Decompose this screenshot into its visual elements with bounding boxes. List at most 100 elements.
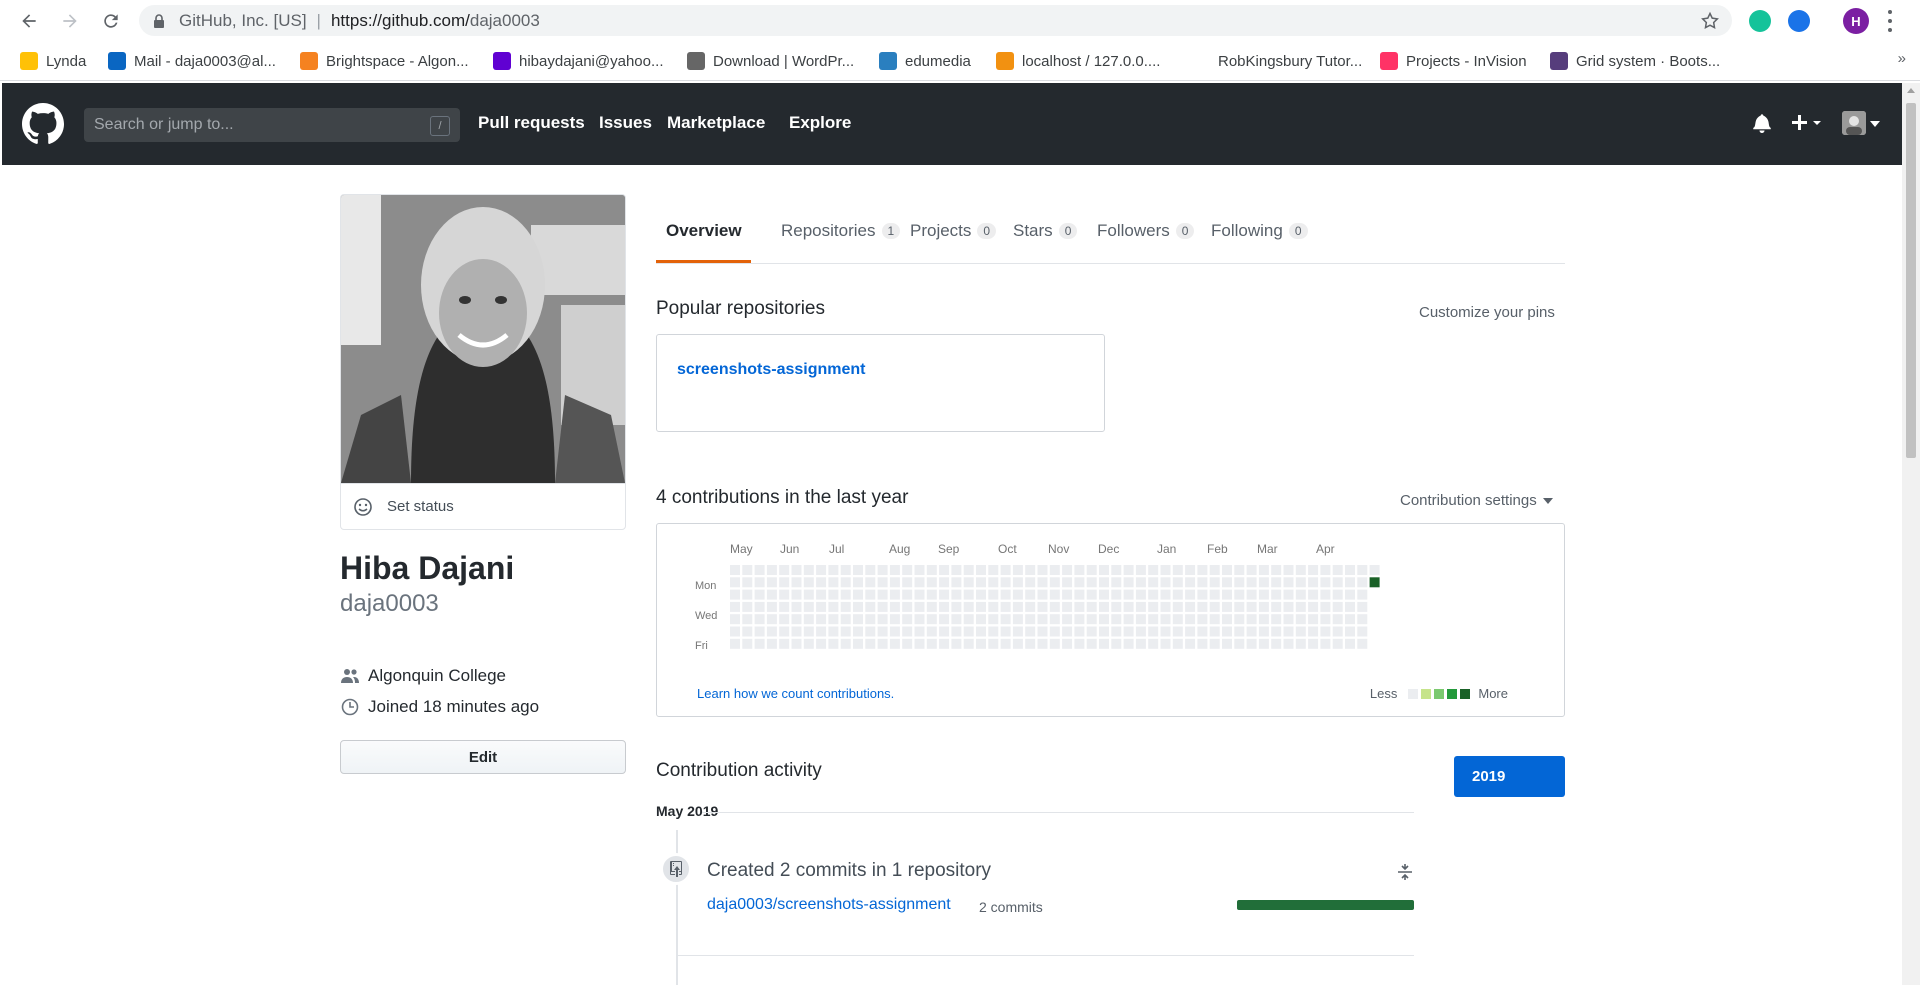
contribution-day[interactable] [988, 601, 999, 612]
contribution-day[interactable] [1099, 614, 1109, 625]
contribution-day[interactable] [1357, 601, 1368, 612]
contribution-day[interactable] [754, 565, 765, 575]
contribution-day[interactable] [963, 601, 974, 612]
contribution-day[interactable] [1037, 601, 1048, 612]
bookmark-item[interactable]: localhost / 127.0.0.... [996, 50, 1160, 72]
contribution-day[interactable] [1185, 589, 1196, 600]
contribution-day[interactable] [1234, 614, 1245, 625]
contribution-day[interactable] [1271, 626, 1282, 637]
contribution-day[interactable] [828, 565, 839, 575]
contribution-day[interactable] [791, 614, 802, 625]
contribution-day[interactable] [914, 601, 925, 612]
contribution-day[interactable] [1283, 614, 1294, 625]
contribution-day[interactable] [1111, 601, 1122, 612]
contribution-day[interactable] [865, 589, 876, 600]
contribution-day[interactable] [1197, 638, 1208, 649]
search-extension-icon[interactable] [1788, 10, 1810, 32]
contribution-day[interactable] [1308, 601, 1319, 612]
contribution-day[interactable] [877, 577, 888, 588]
contribution-day[interactable] [853, 565, 863, 575]
contribution-day[interactable] [902, 577, 913, 588]
contribution-day[interactable] [939, 626, 950, 637]
contribution-day[interactable] [1295, 565, 1306, 575]
contribution-day[interactable] [889, 601, 900, 612]
contribution-day[interactable] [779, 638, 790, 649]
contribution-day[interactable] [988, 577, 999, 588]
contribution-day[interactable] [889, 626, 900, 637]
contribution-day[interactable] [877, 589, 888, 600]
learn-contributions-link[interactable]: Learn how we count contributions. [697, 686, 894, 701]
contribution-day[interactable] [1234, 601, 1245, 612]
contribution-day[interactable] [1271, 614, 1282, 625]
contribution-day[interactable] [828, 589, 839, 600]
contribution-day[interactable] [914, 565, 925, 575]
contribution-day[interactable] [1332, 614, 1343, 625]
contribution-day[interactable] [853, 577, 863, 588]
contribution-day[interactable] [1246, 601, 1257, 612]
contribution-day[interactable] [1197, 589, 1208, 600]
contribution-day[interactable] [840, 565, 851, 575]
contribution-day[interactable] [1332, 565, 1343, 575]
contribution-day[interactable] [1332, 601, 1343, 612]
contribution-day[interactable] [1308, 614, 1319, 625]
contribution-day[interactable] [1295, 614, 1306, 625]
contribution-day[interactable] [766, 626, 777, 637]
bookmark-item[interactable]: Brightspace - Algon... [300, 50, 469, 72]
contribution-day[interactable] [803, 626, 814, 637]
contribution-day[interactable] [1222, 589, 1232, 600]
contribution-day[interactable] [1197, 614, 1208, 625]
contribution-day[interactable] [840, 614, 851, 625]
nav-explore[interactable]: Explore [789, 113, 851, 133]
contribution-day[interactable] [791, 577, 802, 588]
contribution-day[interactable] [1234, 626, 1245, 637]
contribution-day[interactable] [803, 589, 814, 600]
contribution-day[interactable] [1246, 638, 1257, 649]
contribution-day[interactable] [1172, 601, 1183, 612]
contribution-day[interactable] [988, 638, 999, 649]
contribution-day[interactable] [791, 601, 802, 612]
contribution-day[interactable] [1099, 577, 1109, 588]
contribution-day[interactable] [1135, 577, 1146, 588]
edit-profile-button[interactable]: Edit [340, 740, 626, 774]
contribution-day[interactable] [1369, 565, 1380, 575]
set-status-button[interactable]: Set status [341, 483, 625, 529]
pinned-repo-link[interactable]: screenshots-assignment [677, 361, 866, 379]
contribution-day[interactable] [1099, 565, 1109, 575]
contribution-day[interactable] [926, 638, 937, 649]
contribution-day[interactable] [1012, 577, 1023, 588]
contribution-day[interactable] [902, 614, 913, 625]
contribution-day[interactable] [1135, 626, 1146, 637]
contribution-day[interactable] [1185, 614, 1196, 625]
contribution-day[interactable] [1320, 565, 1331, 575]
contribution-day[interactable] [951, 577, 962, 588]
contribution-day[interactable] [1271, 565, 1282, 575]
contribution-day[interactable] [1148, 614, 1159, 625]
contribution-day[interactable] [1086, 565, 1097, 575]
contribution-day[interactable] [902, 565, 913, 575]
contribution-day[interactable] [754, 614, 765, 625]
contribution-day[interactable] [1025, 601, 1036, 612]
contribution-day[interactable] [926, 565, 937, 575]
contribution-day[interactable] [1123, 565, 1134, 575]
contribution-day[interactable] [1062, 565, 1073, 575]
contribution-day[interactable] [742, 614, 753, 625]
tab-repositories[interactable]: Repositories 1 [781, 218, 901, 244]
contribution-day[interactable] [1357, 589, 1368, 600]
contribution-day[interactable] [1099, 601, 1109, 612]
fold-icon[interactable] [1395, 862, 1415, 882]
contribution-day[interactable] [1308, 638, 1319, 649]
contribution-day[interactable] [939, 577, 950, 588]
contribution-day[interactable] [1000, 626, 1011, 637]
contribution-day[interactable] [1345, 626, 1355, 637]
user-menu-avatar[interactable] [1842, 111, 1866, 135]
contribution-day[interactable] [803, 614, 814, 625]
contribution-day[interactable] [1258, 614, 1269, 625]
contribution-day[interactable] [1246, 565, 1257, 575]
contribution-day[interactable] [1000, 614, 1011, 625]
contribution-day[interactable] [1135, 614, 1146, 625]
contribution-day[interactable] [1123, 601, 1134, 612]
contribution-day[interactable] [1222, 614, 1232, 625]
forward-button[interactable] [57, 8, 83, 34]
github-logo-icon[interactable] [22, 103, 64, 145]
contribution-day[interactable] [889, 589, 900, 600]
